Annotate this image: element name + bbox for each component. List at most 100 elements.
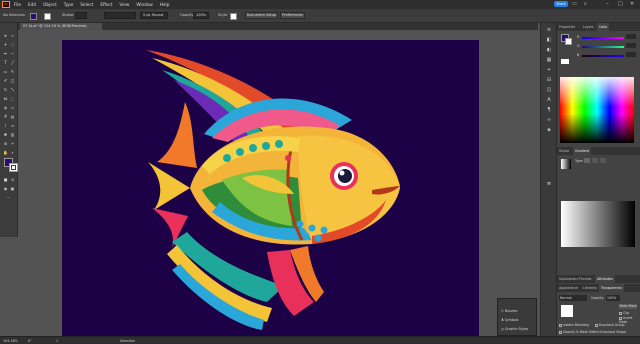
symbol-sprayer-icon[interactable]: ✺ bbox=[3, 132, 8, 137]
layers-icon[interactable]: ◧ bbox=[545, 37, 553, 43]
draw-mode-icon[interactable]: ◉ bbox=[3, 186, 8, 191]
symbols-item[interactable]: ♣ Symbols bbox=[501, 318, 518, 322]
tab-properties[interactable]: Properties bbox=[557, 23, 577, 31]
artboard[interactable] bbox=[62, 40, 479, 336]
isolate-blending-checkbox[interactable]: Isolate Blending bbox=[559, 323, 589, 327]
menu-edit[interactable]: Edit bbox=[28, 2, 36, 7]
gradient-preview-swatch[interactable] bbox=[561, 159, 571, 169]
magic-wand-icon[interactable]: ✦ bbox=[3, 42, 8, 47]
share-button[interactable]: Share bbox=[554, 1, 568, 7]
white-swatch[interactable] bbox=[561, 59, 569, 64]
search-icon[interactable]: ⌕ bbox=[584, 1, 587, 7]
color-spectrum[interactable] bbox=[560, 77, 634, 143]
tab-transparency[interactable]: Transparency bbox=[599, 284, 625, 292]
freeform-gradient-button[interactable] bbox=[600, 158, 606, 163]
document-setup-button[interactable]: Document Setup bbox=[245, 12, 278, 19]
transform-icon[interactable]: ⌖ bbox=[545, 67, 553, 73]
r-value-field[interactable] bbox=[626, 34, 636, 39]
graph-tool-icon[interactable]: ▥ bbox=[10, 132, 15, 137]
stroke-weight-field[interactable] bbox=[75, 12, 87, 19]
tab-layers[interactable]: Layers bbox=[581, 23, 596, 31]
tab-gradient[interactable]: Gradient bbox=[573, 147, 591, 155]
gradient-tool-icon[interactable]: ▤ bbox=[10, 114, 15, 119]
shaper-icon[interactable]: ✐ bbox=[3, 78, 8, 83]
menu-file[interactable]: File bbox=[14, 2, 21, 7]
style-swatch[interactable] bbox=[230, 12, 237, 20]
tab-color[interactable]: Color bbox=[597, 23, 610, 31]
tab-attributes[interactable]: Attributes bbox=[595, 275, 615, 283]
clip-checkbox[interactable]: Clip bbox=[619, 311, 629, 315]
knockout-group-checkbox[interactable]: Knockout Group bbox=[595, 323, 624, 327]
b-value-field[interactable] bbox=[626, 52, 636, 57]
tab-separations-preview[interactable]: Separations Preview bbox=[557, 275, 593, 283]
paragraph-icon[interactable]: ¶ bbox=[545, 107, 553, 113]
hand-tool-icon[interactable]: ✋ bbox=[3, 150, 8, 155]
radial-gradient-button[interactable] bbox=[592, 158, 598, 163]
tab-appearance[interactable]: Appearance bbox=[557, 284, 580, 292]
eyedropper-icon[interactable]: ⌇ bbox=[3, 123, 8, 128]
pathfinder-icon[interactable]: ◫ bbox=[545, 87, 553, 93]
curvature-icon[interactable]: ∽ bbox=[10, 51, 15, 56]
free-transform-icon[interactable]: ⬚ bbox=[10, 96, 15, 101]
color-mode-icon[interactable]: ■ bbox=[3, 177, 8, 182]
brush-select[interactable]: 5 pt. Round bbox=[140, 12, 168, 19]
rectangle-tool-icon[interactable]: ▭ bbox=[3, 69, 8, 74]
opacity-field[interactable]: 100% bbox=[193, 12, 209, 19]
brushes-item[interactable]: ✎ Brushes bbox=[501, 309, 518, 313]
type-tool-icon[interactable]: T bbox=[3, 60, 8, 65]
rotate-icon[interactable]: ↻ bbox=[3, 87, 8, 92]
none-mode-icon[interactable]: ⊘ bbox=[10, 177, 15, 182]
lasso-icon[interactable]: ◌ bbox=[10, 42, 15, 47]
document-tab[interactable]: 07 AI.ai* @ 104.16 % (RGB/Preview) bbox=[20, 23, 102, 30]
properties-icon[interactable]: ≡ bbox=[545, 27, 553, 33]
minimize-icon[interactable]: – bbox=[606, 1, 609, 7]
stroke-panel-icon[interactable]: ≣ bbox=[545, 181, 553, 187]
direct-selection-tool-icon[interactable]: ➢ bbox=[10, 33, 15, 38]
b-slider[interactable] bbox=[582, 55, 624, 57]
g-slider[interactable] bbox=[582, 46, 624, 48]
menu-help[interactable]: Help bbox=[160, 2, 170, 7]
align-icon[interactable]: ⊟ bbox=[545, 77, 553, 83]
pen-tool-icon[interactable]: ✒ bbox=[3, 51, 8, 56]
edit-toolbar-icon[interactable]: ··· bbox=[6, 195, 11, 200]
g-value-field[interactable] bbox=[626, 43, 636, 48]
color-stroke-swatch[interactable] bbox=[565, 38, 572, 45]
artboard-number[interactable]: 1 bbox=[56, 339, 58, 343]
color-icon[interactable]: ◐ bbox=[545, 47, 553, 53]
rotation-value[interactable]: 0° bbox=[28, 339, 32, 343]
character-icon[interactable]: A bbox=[545, 97, 553, 103]
cc-libraries-icon[interactable]: ◈ bbox=[545, 127, 553, 133]
graphic-styles-item[interactable]: ◫ Graphic Styles bbox=[501, 327, 528, 331]
tab-stroke[interactable]: Stroke bbox=[557, 147, 571, 155]
menu-type[interactable]: Type bbox=[64, 2, 74, 7]
menu-effect[interactable]: Effect bbox=[100, 2, 112, 7]
stroke-swatch[interactable] bbox=[44, 12, 51, 20]
shape-builder-icon[interactable]: ◍ bbox=[3, 105, 8, 110]
perspective-icon[interactable]: ▱ bbox=[10, 105, 15, 110]
make-mask-button[interactable]: Make Mask bbox=[619, 304, 637, 309]
slice-tool-icon[interactable]: ⌿ bbox=[10, 141, 15, 146]
screen-mode-icon[interactable]: ▣ bbox=[10, 186, 15, 191]
menu-object[interactable]: Object bbox=[43, 2, 57, 7]
zoom-tool-icon[interactable]: ⌕ bbox=[10, 150, 15, 155]
arrange-icon[interactable]: ▭ bbox=[572, 1, 577, 7]
blend-mode-select[interactable]: Normal bbox=[559, 295, 587, 301]
links-icon[interactable]: ∞ bbox=[545, 117, 553, 123]
close-icon[interactable]: ✕ bbox=[630, 1, 634, 7]
variable-width-field[interactable] bbox=[104, 12, 136, 19]
width-tool-icon[interactable]: ⋈ bbox=[3, 96, 8, 101]
transparency-opacity-field[interactable]: 100% bbox=[606, 295, 620, 301]
zoom-level[interactable]: 104.16% bbox=[3, 339, 18, 343]
line-tool-icon[interactable]: ╱ bbox=[10, 60, 15, 65]
menu-select[interactable]: Select bbox=[80, 2, 93, 7]
menu-window[interactable]: Window bbox=[136, 2, 153, 7]
mesh-icon[interactable]: # bbox=[3, 114, 8, 119]
menu-view[interactable]: View bbox=[119, 2, 129, 7]
maximize-icon[interactable]: □ bbox=[618, 1, 623, 7]
tab-libraries[interactable]: Libraries bbox=[581, 284, 599, 292]
linear-gradient-button[interactable] bbox=[584, 158, 590, 163]
scale-icon[interactable]: ⤡ bbox=[10, 87, 15, 92]
eraser-icon[interactable]: ◫ bbox=[10, 78, 15, 83]
preferences-button[interactable]: Preferences bbox=[280, 12, 305, 19]
blend-tool-icon[interactable]: ∞ bbox=[10, 123, 15, 128]
